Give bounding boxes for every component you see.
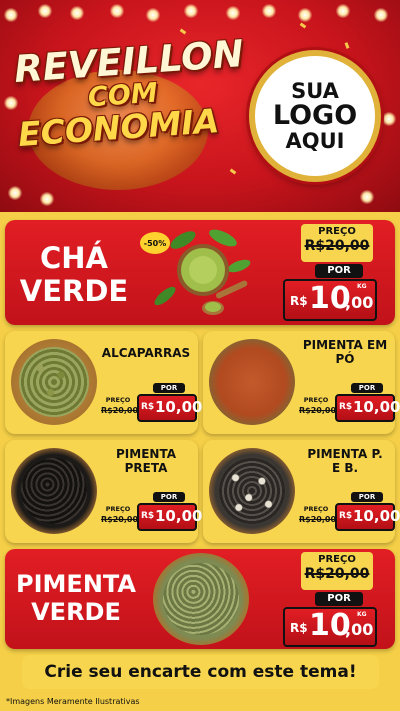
cta-banner[interactable]: Crie seu encarte com este tema!	[22, 655, 379, 689]
price-tag: R$ 10 ,00 KG	[283, 607, 377, 647]
light-bulb-icon	[262, 4, 276, 18]
price-tag: R$ 10,00	[137, 503, 202, 531]
por-label: POR	[153, 383, 185, 393]
price-decimal: ,00	[345, 620, 374, 639]
product-name: PIMENTA EM PÓ	[299, 338, 391, 367]
capers-image	[11, 339, 97, 425]
mixed-pepper-image	[209, 448, 295, 534]
product-name: PIMENTA VERDE	[9, 570, 143, 626]
old-price: R$20,00	[299, 406, 337, 415]
old-price: R$20,00	[101, 515, 139, 524]
old-price: R$20,00	[101, 406, 139, 415]
confetti-icon	[229, 168, 237, 175]
price-tag: R$ 10,00	[335, 394, 400, 422]
price: 10,00	[353, 398, 400, 416]
discount-badge: -50%	[140, 232, 170, 254]
product-card[interactable]: PIMENTA PRETA POR PREÇO R$20,00 R$ 10,00	[5, 440, 202, 543]
confetti-icon	[344, 42, 350, 49]
product-name-line1: ALCAPARRAS	[101, 346, 191, 360]
price: 10,00	[353, 507, 400, 525]
currency: R$	[339, 511, 353, 521]
preco-label: PREÇO	[318, 226, 356, 237]
por-label: POR	[153, 492, 185, 502]
logo-text-line3: AQUI	[285, 129, 345, 154]
preco-label: PREÇO	[105, 396, 131, 404]
light-bulb-icon	[4, 96, 18, 110]
por-label: POR	[351, 383, 383, 393]
preco-label: PREÇO	[303, 396, 329, 404]
black-pepper-image	[11, 448, 97, 534]
preco-label: PREÇO	[105, 505, 131, 513]
price: 10,00	[155, 398, 203, 416]
light-bulb-icon	[8, 186, 22, 200]
product-name-line1: PIMENTA EM	[302, 338, 388, 352]
price-tag: R$ 10 ,00 KG	[283, 279, 377, 321]
product-name: ALCAPARRAS	[101, 346, 191, 361]
old-price: R$20,00	[304, 238, 370, 254]
old-price: R$20,00	[299, 515, 337, 524]
product-name: CHÁ VERDE	[19, 241, 129, 309]
currency: R$	[141, 402, 155, 412]
product-name-line2: PÓ	[335, 351, 355, 366]
header-banner: REVEILLON COM ECONOMIA SUA LOGO AQUI	[0, 0, 400, 212]
preco-box: PREÇO R$20,00	[301, 224, 373, 262]
old-price: R$20,00	[304, 566, 370, 582]
ground-pepper-image	[209, 339, 295, 425]
product-name: PIMENTA P. E B.	[299, 447, 391, 476]
preco-box: PREÇO R$20,00	[301, 552, 373, 590]
por-label: POR	[315, 592, 363, 606]
product-card[interactable]: PIMENTA P. E B. POR PREÇO R$20,00 R$ 10,…	[203, 440, 400, 543]
product-name-line2: PRETA	[124, 460, 168, 475]
price: 10,00	[155, 507, 203, 525]
price-decimal: ,00	[345, 293, 374, 312]
product-name-line1: CHÁ	[40, 241, 108, 275]
light-bulb-icon	[110, 4, 124, 18]
logo-text-line2: LOGO	[272, 99, 358, 131]
featured-product-card[interactable]: PIMENTA VERDE PREÇO R$20,00 POR R$ 10 ,0…	[5, 549, 395, 649]
light-bulb-icon	[184, 4, 198, 18]
product-name-line1: PIMENTA P.	[307, 447, 383, 461]
light-bulb-icon	[360, 190, 374, 204]
product-card[interactable]: ALCAPARRAS POR PREÇO R$20,00 R$ 10,00	[5, 331, 202, 434]
product-name: PIMENTA PRETA	[101, 447, 191, 476]
light-bulb-icon	[336, 4, 350, 18]
light-bulb-icon	[374, 8, 388, 22]
light-bulb-icon	[146, 8, 160, 22]
light-bulb-icon	[382, 112, 396, 126]
preco-label: PREÇO	[303, 505, 329, 513]
product-name-line1: PIMENTA	[16, 570, 136, 598]
light-bulb-icon	[4, 8, 18, 22]
currency: R$	[290, 621, 308, 635]
light-bulb-icon	[298, 8, 312, 22]
product-name-line1: PIMENTA	[116, 447, 176, 461]
product-name-line2: VERDE	[31, 597, 121, 626]
product-name-line2: E B.	[331, 460, 359, 475]
light-bulb-icon	[40, 192, 54, 206]
unit: KG	[357, 283, 367, 290]
por-label: POR	[315, 264, 363, 278]
light-bulb-icon	[70, 6, 84, 20]
currency: R$	[290, 294, 308, 308]
currency: R$	[339, 402, 353, 412]
preco-label: PREÇO	[318, 554, 356, 565]
logo-placeholder[interactable]: SUA LOGO AQUI	[249, 50, 381, 182]
unit: KG	[357, 611, 367, 618]
product-card[interactable]: PIMENTA EM PÓ POR PREÇO R$20,00 R$ 10,00	[203, 331, 400, 434]
featured-product-card[interactable]: CHÁ VERDE -50% PREÇO R$20,00 POR R$ 10 ,…	[5, 220, 395, 325]
price-tag: R$ 10,00	[335, 503, 400, 531]
currency: R$	[141, 511, 155, 521]
light-bulb-icon	[38, 4, 52, 18]
green-pepper-image	[153, 553, 249, 645]
por-label: POR	[351, 492, 383, 502]
confetti-icon	[299, 22, 307, 29]
product-name-line2: VERDE	[19, 274, 129, 309]
disclaimer: *Imagens Meramente Ilustrativas	[6, 697, 140, 706]
confetti-icon	[179, 28, 187, 35]
logo-text-line1: SUA	[291, 78, 339, 103]
light-bulb-icon	[226, 6, 240, 20]
price-tag: R$ 10,00	[137, 394, 202, 422]
